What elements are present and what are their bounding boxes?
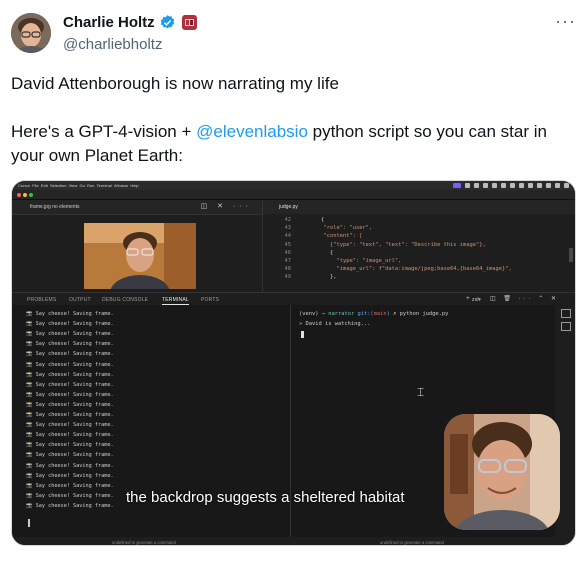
verified-badge-icon xyxy=(160,15,174,29)
tab-problems[interactable]: PROBLEMS xyxy=(27,297,56,303)
code-tab[interactable]: judge.py xyxy=(279,204,298,210)
terminal-output-line: 📸 Say cheese! Saving frame. xyxy=(26,391,114,398)
line-number: 44 xyxy=(284,233,292,240)
venv-label: (venv) xyxy=(299,311,319,317)
image-preview-pane: frame.jpg no elements ◫ ✕ ··· xyxy=(12,200,263,300)
line-number: 42 xyxy=(284,217,292,223)
terminal-output-line: 📸 Say cheese! Saving frame. xyxy=(26,351,114,358)
shell-prompt: (venv) → narrator git:(main) ✗ python ju… xyxy=(299,311,448,317)
author-handle[interactable]: @charliebholtz xyxy=(63,36,162,53)
line-number: 43 xyxy=(284,225,292,232)
terminal-output-line: 📸 Say cheese! Saving frame. xyxy=(26,331,114,338)
tweet-text: David Attenborough is now narrating my l… xyxy=(11,72,576,168)
watching-output: » David is watching... xyxy=(299,321,371,327)
code-line: {"type": "text", "text": "Describe this … xyxy=(317,241,486,248)
terminal-instance-icon[interactable] xyxy=(561,309,571,318)
tab-terminal[interactable]: TERMINAL xyxy=(162,297,189,305)
split-close-icons[interactable]: ◫ ✕ ··· xyxy=(201,202,252,210)
terminal-output-line: 📸 Say cheese! Saving frame. xyxy=(26,422,114,429)
terminal-output-line: 📸 Say cheese! Saving frame. xyxy=(26,432,114,439)
dir-name: narrator xyxy=(328,311,355,317)
terminal-output-line: 📸 Say cheese! Saving frame. xyxy=(26,472,114,479)
prompt-arrow: → xyxy=(321,311,325,317)
terminal-output-line: 📸 Say cheese! Saving frame. xyxy=(26,412,114,418)
code-line: { xyxy=(321,217,325,223)
code-line: "type": "image_url", xyxy=(317,258,402,264)
terminal-output-line: 📸 Say cheese! Saving frame. xyxy=(26,371,114,378)
terminal-output-line: 📸 Say cheese! Saving frame. xyxy=(26,311,114,317)
terminal-output-line: 📸 Say cheese! Saving frame. xyxy=(26,452,114,459)
tab-ports[interactable]: PORTS xyxy=(201,297,219,303)
line-number: 45 xyxy=(284,241,292,248)
tweet-line-2-prefix: Here's a GPT-4-vision + xyxy=(11,122,197,141)
line-number: 46 xyxy=(284,249,292,256)
preview-tab[interactable]: frame.jpg no elements xyxy=(30,204,79,210)
author-avatar[interactable] xyxy=(11,13,51,53)
git-label: git:( xyxy=(357,311,374,317)
author-display-name[interactable]: Charlie Holtz xyxy=(63,14,155,31)
code-line: "image_url": f"data:image/jpeg;base64,{b… xyxy=(317,266,512,273)
tab-output[interactable]: OUTPUT xyxy=(69,297,91,303)
terminal-output-line: 📸 Say cheese! Saving frame. xyxy=(26,492,114,499)
line-number: 48 xyxy=(284,266,292,273)
tab-debug-console[interactable]: DEBUG CONSOLE xyxy=(102,297,148,303)
git-close: ) xyxy=(386,311,390,317)
code-line: { xyxy=(317,249,334,256)
panel-header: PROBLEMS OUTPUT DEBUG CONSOLE TERMINAL P… xyxy=(12,292,575,305)
narration-caption: the backdrop suggests a sheltered habita… xyxy=(126,489,405,506)
editor-scrollbar[interactable] xyxy=(569,248,573,262)
terminal-output-line: 📸 Say cheese! Saving frame. xyxy=(26,482,114,489)
terminal-cursor xyxy=(301,331,304,338)
tweet-line-1: David Attenborough is now narrating my l… xyxy=(11,74,339,93)
branch-name: main xyxy=(373,311,387,317)
dirty-mark: ✗ xyxy=(393,311,397,317)
tweet-video[interactable]: Cursor File Edit Selection View Go Run T… xyxy=(11,180,576,546)
terminal-output-line: 📸 Say cheese! Saving frame. xyxy=(26,341,114,348)
terminal-output-line: 📸 Say cheese! Saving frame. xyxy=(26,401,114,408)
terminal-instance-icon[interactable] xyxy=(561,322,571,331)
terminal-output-line: 📸 Say cheese! Saving frame. xyxy=(26,462,114,469)
mac-menu-bar: Cursor File Edit Selection View Go Run T… xyxy=(12,181,575,190)
code-line: }, xyxy=(317,274,337,281)
mention-link[interactable]: @elevenlabsio xyxy=(196,122,308,141)
hint-left: undefined to generate a command xyxy=(112,540,176,545)
terminal-output-line: 📸 Say cheese! Saving frame. xyxy=(26,381,114,388)
webcam-bubble[interactable] xyxy=(444,414,560,530)
code-line: "role": "user", xyxy=(317,225,373,232)
terminal-output-line: 📸 Say cheese! Saving frame. xyxy=(26,361,114,368)
code-editor-pane: judge.py 42 { 43 "role": "user", 44 "cont… xyxy=(263,200,575,300)
editor-titlebar xyxy=(12,190,575,200)
captured-frame-image xyxy=(84,223,196,289)
command-text: python judge.py xyxy=(399,311,449,317)
line-number: 49 xyxy=(284,274,292,281)
terminal-output-line: 📸 Say cheese! Saving frame. xyxy=(26,442,114,449)
terminal-cursor-left xyxy=(28,519,30,527)
line-number: 47 xyxy=(284,258,292,264)
terminal-controls-icons[interactable]: + ⌄ ◫ 🗑 ··· ⌃ ✕ xyxy=(466,295,559,302)
terminal-output-line: 📸 Say cheese! Saving frame. xyxy=(26,502,114,509)
affiliate-badge-icon[interactable] xyxy=(181,15,197,30)
terminal-output-line: 📸 Say cheese! Saving frame. xyxy=(26,321,114,328)
tweet-line-2: Here's a GPT-4-vision + @elevenlabsio py… xyxy=(11,120,576,168)
more-dots-icon[interactable]: ··· xyxy=(555,12,576,30)
text-cursor-icon: ⌶ xyxy=(417,385,425,399)
hint-right: undefined to generate a command xyxy=(380,540,444,545)
code-line: "content": [ xyxy=(317,233,363,240)
